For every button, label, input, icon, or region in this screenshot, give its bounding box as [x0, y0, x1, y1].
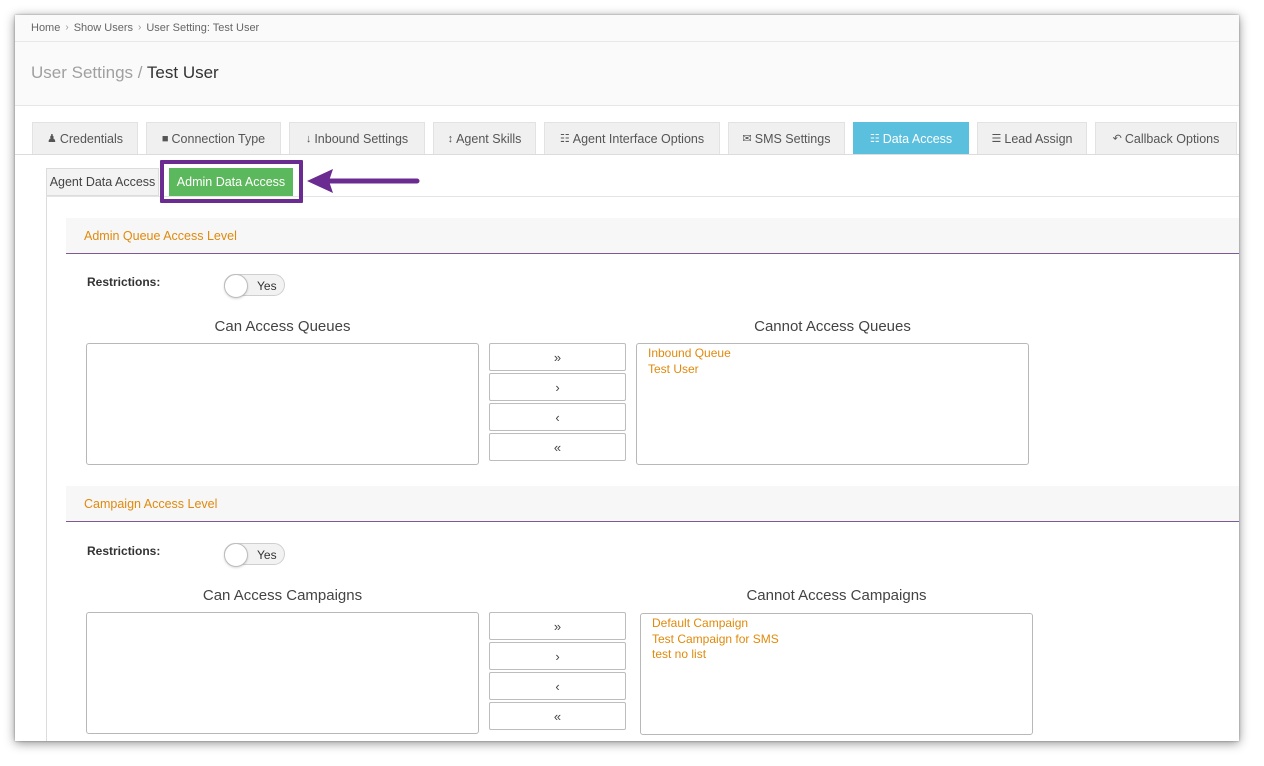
can-access-queues-title: Can Access Queues — [214, 318, 351, 335]
tab-label: Data Access — [882, 131, 953, 146]
campaign-move-right-button[interactable]: › — [489, 642, 626, 670]
queue-section-header: Admin Queue Access Level — [66, 218, 1239, 254]
tab-inbound-settings[interactable]: ↓ Inbound Settings — [289, 122, 425, 154]
tab-callback-options[interactable]: ↶ Callback Options — [1095, 122, 1237, 154]
tab-agent-skills[interactable]: ↕ Agent Skills — [433, 122, 536, 154]
toggle-label: Yes — [257, 548, 277, 562]
list-item[interactable]: Test Campaign for SMS — [652, 632, 1021, 648]
subtab-agent-data-access[interactable]: Agent Data Access — [46, 168, 159, 196]
envelope-icon: ✉ — [742, 133, 752, 145]
breadcrumb-separator: › — [65, 22, 69, 33]
annotation-arrow-icon — [307, 169, 420, 193]
cannot-access-queues-list[interactable]: Inbound Queue Test User — [636, 343, 1029, 465]
user-icon: ♟ — [46, 133, 57, 145]
queue-move-all-right-button[interactable]: » — [489, 343, 626, 371]
breadcrumb-home[interactable]: Home — [31, 22, 60, 34]
tab-label: Lead Assign — [1004, 131, 1073, 146]
campaign-move-all-left-button[interactable]: « — [489, 702, 626, 730]
campaign-move-all-right-button[interactable]: » — [489, 612, 626, 640]
toggle-knob — [224, 543, 248, 567]
page-title-prefix: User Settings / — [31, 63, 143, 82]
tab-label: SMS Settings — [754, 131, 831, 146]
queue-restrictions-toggle[interactable]: Yes — [224, 274, 285, 298]
lock-icon: ■ — [161, 132, 169, 145]
settings-tabs: ♟ Credentials ■ Connection Type ↓ Inboun… — [32, 122, 1237, 155]
campaign-restrictions-label: Restrictions: — [87, 544, 161, 558]
cannot-access-campaigns-title: Cannot Access Campaigns — [746, 587, 927, 604]
queue-restrictions-label: Restrictions: — [87, 275, 161, 289]
page-title: Test User — [146, 63, 219, 82]
queue-move-all-left-button[interactable]: « — [489, 433, 626, 461]
cannot-access-campaigns-list[interactable]: Default Campaign Test Campaign for SMS t… — [640, 613, 1033, 735]
reply-all-icon: ↶ — [1112, 133, 1122, 145]
tab-data-access[interactable]: ☷ Data Access — [853, 122, 969, 154]
can-access-campaigns-title: Can Access Campaigns — [202, 587, 363, 604]
queue-move-right-button[interactable]: › — [489, 373, 626, 401]
arrow-down-icon: ↓ — [305, 132, 312, 145]
tab-label: Connection Type — [171, 131, 266, 146]
list-ol-icon: ☰ — [991, 133, 1002, 145]
tab-label: Inbound Settings — [314, 131, 409, 146]
tab-lead-assign[interactable]: ☰ Lead Assign — [977, 122, 1087, 154]
grid-icon: ☷ — [559, 133, 570, 145]
tab-label: Credentials — [59, 131, 124, 146]
list-item[interactable]: Default Campaign — [652, 616, 1021, 632]
toggle-label: Yes — [257, 279, 277, 293]
breadcrumb: Home › Show Users › User Setting: Test U… — [15, 15, 1239, 42]
list-item[interactable]: Test User — [648, 362, 1017, 378]
campaign-restrictions-toggle[interactable]: Yes — [224, 543, 285, 567]
can-access-campaigns-list[interactable] — [86, 612, 479, 734]
tab-divider — [15, 154, 1239, 155]
tab-sms-settings[interactable]: ✉ SMS Settings — [728, 122, 845, 154]
tab-credentials[interactable]: ♟ Credentials — [32, 122, 138, 154]
campaign-section-header: Campaign Access Level — [66, 486, 1239, 522]
arrows-vertical-icon: ↕ — [447, 132, 454, 145]
table-icon: ☷ — [869, 133, 880, 145]
app-window: Home › Show Users › User Setting: Test U… — [15, 15, 1239, 741]
breadcrumb-separator: › — [137, 22, 142, 33]
toggle-knob — [224, 274, 248, 298]
annotation-highlight-box — [160, 160, 303, 203]
page-header: User Settings / Test User — [15, 42, 1239, 106]
breadcrumb-current: User Setting: Test User — [146, 22, 260, 34]
breadcrumb-show-users[interactable]: Show Users — [74, 22, 133, 34]
tab-label: Agent Interface Options — [572, 131, 705, 146]
can-access-queues-list[interactable] — [86, 343, 479, 465]
tab-label: Agent Skills — [456, 131, 522, 146]
queue-move-left-button[interactable]: ‹ — [489, 403, 626, 431]
list-item[interactable]: Inbound Queue — [648, 346, 1017, 362]
campaign-move-left-button[interactable]: ‹ — [489, 672, 626, 700]
tab-connection-type[interactable]: ■ Connection Type — [146, 122, 281, 154]
cannot-access-queues-title: Cannot Access Queues — [754, 318, 911, 335]
tab-agent-interface-options[interactable]: ☷ Agent Interface Options — [544, 122, 720, 154]
tab-label: Callback Options — [1124, 131, 1220, 146]
list-item[interactable]: test no list — [652, 647, 1021, 663]
